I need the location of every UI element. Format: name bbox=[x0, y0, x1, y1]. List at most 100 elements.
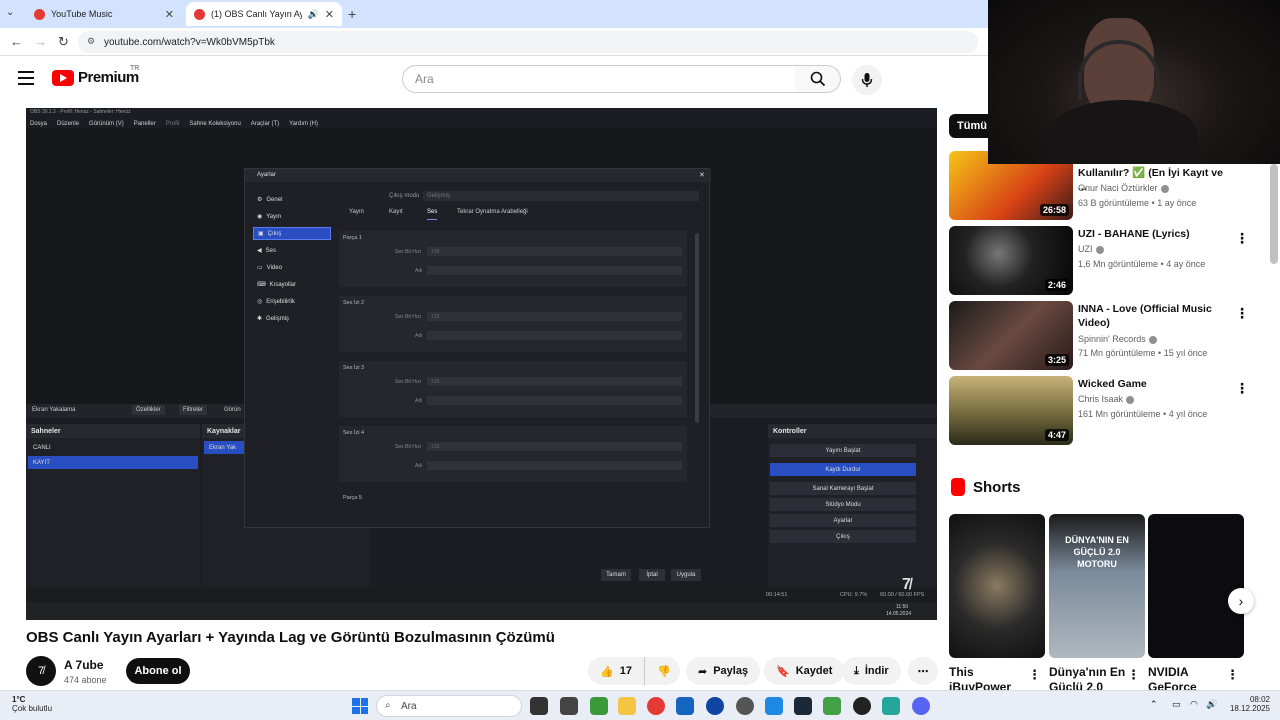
short-thumbnail[interactable] bbox=[1148, 514, 1244, 658]
stop-recording-button[interactable]: Kaydı Durdur bbox=[770, 463, 916, 476]
tab-youtube-music[interactable]: YouTube Music ✕ bbox=[26, 2, 182, 26]
file-explorer-icon[interactable] bbox=[618, 697, 636, 715]
chevron-up-icon[interactable]: ⌃ bbox=[1150, 699, 1158, 710]
scene-item-selected[interactable]: KAYIT bbox=[28, 456, 198, 469]
taskbar-clock[interactable]: 08:02 18.12.2025 bbox=[1218, 695, 1270, 713]
settings-nav-video[interactable]: ▭ Video bbox=[253, 261, 331, 274]
track-name-input[interactable] bbox=[427, 331, 682, 340]
forward-icon[interactable]: → bbox=[34, 34, 47, 49]
voice-search-button[interactable] bbox=[852, 65, 882, 95]
recommendation-channel[interactable]: Chris Isaak bbox=[1078, 394, 1135, 404]
scene-item[interactable]: CANLI bbox=[28, 441, 198, 454]
settings-nav-accessibility[interactable]: ◎ Erişebilirlik bbox=[253, 295, 331, 308]
settings-nav-audio[interactable]: ◀ Ses bbox=[253, 244, 331, 257]
video-player[interactable]: OBS 30.1.2 - Profil: Henüz - Sahneler: H… bbox=[26, 108, 937, 620]
bitrate-select[interactable]: 128 bbox=[427, 312, 682, 321]
video-thumbnail[interactable]: 4:47 bbox=[949, 376, 1073, 445]
menu-icon[interactable] bbox=[18, 71, 34, 85]
track-name-input[interactable] bbox=[427, 461, 682, 470]
weather-widget[interactable]: 1°C Çok bulutlu bbox=[12, 695, 52, 713]
settings-nav-general[interactable]: ⚙ Genel bbox=[253, 193, 331, 206]
short-thumbnail[interactable] bbox=[949, 514, 1045, 658]
tab-list-icon[interactable]: ⌄ bbox=[6, 7, 14, 18]
task-view-icon[interactable] bbox=[530, 697, 548, 715]
network-icon[interactable]: ▭ bbox=[1172, 699, 1181, 710]
recommendation-channel[interactable]: Spinnin' Records bbox=[1078, 334, 1157, 344]
site-info-icon[interactable]: ⚙ bbox=[87, 36, 95, 47]
search-button[interactable] bbox=[795, 65, 841, 93]
settings-nav-stream[interactable]: ◉ Yayın bbox=[253, 210, 331, 223]
taskbar-search[interactable]: ⌕ Ara bbox=[376, 695, 522, 717]
display-button[interactable]: Görün bbox=[224, 407, 241, 413]
settings-nav-hotkeys[interactable]: ⌨ Kısayollar bbox=[253, 278, 331, 291]
url-field[interactable]: ⚙ youtube.com/watch?v=Wk0bVM5pTbk bbox=[78, 31, 978, 53]
more-options-icon[interactable]: ⋮ bbox=[1235, 380, 1249, 397]
start-virtual-camera-button[interactable]: Sanal Kamerayı Başlat bbox=[770, 482, 916, 495]
windows-start-icon[interactable] bbox=[352, 698, 368, 714]
bitrate-select[interactable]: 128 bbox=[427, 247, 682, 256]
channel-avatar[interactable]: 7̸ bbox=[26, 656, 56, 686]
close-icon[interactable]: ✕ bbox=[165, 8, 174, 21]
cancel-button[interactable]: İptal bbox=[639, 569, 665, 581]
more-options-icon[interactable]: ⋮ bbox=[1127, 667, 1140, 683]
obs-menu-item[interactable]: Paneller bbox=[134, 121, 156, 127]
reload-icon[interactable]: ↻ bbox=[58, 34, 69, 50]
bitrate-select[interactable]: 128 bbox=[427, 442, 682, 451]
save-button[interactable]: 🔖 Kaydet bbox=[764, 657, 845, 685]
obs-menu-item[interactable]: Araçlar (T) bbox=[251, 121, 279, 127]
exit-button[interactable]: Çıkış bbox=[770, 530, 916, 543]
settings-nav-advanced[interactable]: ✱ Gelişmiş bbox=[253, 312, 331, 325]
obs-menu-item[interactable]: Yardım (H) bbox=[289, 121, 318, 127]
discord-icon[interactable] bbox=[912, 697, 930, 715]
recommendation-item[interactable]: 4:47 Wicked Game Chris Isaak 161 Mn görü… bbox=[949, 376, 1269, 446]
short-thumbnail[interactable]: DÜNYA'NIN EN GÜÇLÜ 2.0 MOTORU bbox=[1049, 514, 1145, 658]
track-name-input[interactable] bbox=[427, 266, 682, 275]
obs-menu-item[interactable]: Dosya bbox=[30, 121, 47, 127]
close-icon[interactable]: ✕ bbox=[699, 171, 705, 179]
close-icon[interactable]: ✕ bbox=[325, 8, 334, 21]
search-input[interactable]: Ara bbox=[402, 65, 796, 93]
bitrate-select[interactable]: 128 bbox=[427, 377, 682, 386]
recommendation-item[interactable]: 2:46 UZI - BAHANE (Lyrics) UZI 1,6 Mn gö… bbox=[949, 226, 1269, 296]
filters-button[interactable]: Filtreler bbox=[179, 405, 208, 415]
more-options-icon[interactable]: ⋮ bbox=[1028, 667, 1041, 683]
app-icon[interactable] bbox=[676, 697, 694, 715]
settings-gear-icon[interactable] bbox=[736, 697, 754, 715]
tab-replay-buffer[interactable]: Tekrar Oynatma Arabelleği bbox=[457, 209, 528, 215]
source-item[interactable]: Ekran Yak bbox=[204, 441, 244, 454]
volume-icon[interactable]: 🔊 bbox=[1206, 699, 1217, 710]
recommendation-title[interactable]: Wicked Game bbox=[1078, 377, 1228, 391]
properties-button[interactable]: Özellikler bbox=[132, 405, 165, 415]
obs-menu-item[interactable]: Görünüm (V) bbox=[89, 121, 124, 127]
app-icon[interactable] bbox=[590, 697, 608, 715]
more-options-icon[interactable]: ⋮ bbox=[1235, 305, 1249, 322]
recommendation-item[interactable]: 3:25 INNA - Love (Official Music Video) … bbox=[949, 301, 1269, 371]
shorts-next-button[interactable]: › bbox=[1228, 588, 1254, 614]
tab-obs-video[interactable]: (1) OBS Canlı Yayın Ayarları 🔊 ✕ bbox=[186, 2, 342, 26]
app-icon[interactable] bbox=[706, 697, 724, 715]
more-options-icon[interactable]: ⋮ bbox=[1235, 230, 1249, 247]
tab-recording[interactable]: Kayıt bbox=[389, 209, 403, 215]
tab-audio[interactable]: Ses bbox=[427, 209, 438, 220]
settings-button[interactable]: Ayarlar bbox=[770, 514, 916, 527]
share-button[interactable]: ➦ Paylaş bbox=[686, 657, 761, 685]
wifi-icon[interactable]: ◠ bbox=[1190, 699, 1198, 710]
studio-mode-button[interactable]: Stüdyo Modu bbox=[770, 498, 916, 511]
more-actions-button[interactable]: ⋯ bbox=[908, 657, 938, 685]
more-options-icon[interactable]: ⋮ bbox=[1226, 667, 1239, 683]
dialog-scrollbar[interactable] bbox=[695, 233, 699, 423]
page-scrollbar[interactable] bbox=[1270, 164, 1278, 264]
new-tab-icon[interactable]: + bbox=[348, 6, 356, 22]
recommendation-channel[interactable]: Onur Naci Öztürkler bbox=[1078, 183, 1169, 193]
channel-name[interactable]: A 7ube bbox=[64, 658, 104, 672]
obs-menu-item[interactable]: Düzenle bbox=[57, 121, 79, 127]
obs-menu-item[interactable]: Profil bbox=[166, 121, 180, 127]
speaker-icon[interactable]: 🔊 bbox=[308, 9, 319, 20]
settings-nav-output[interactable]: ▣ Çıkış bbox=[253, 227, 331, 240]
xbox-icon[interactable] bbox=[823, 697, 841, 715]
start-stream-button[interactable]: Yayını Başlat bbox=[770, 444, 916, 457]
video-thumbnail[interactable]: 2:46 bbox=[949, 226, 1073, 295]
chrome-icon[interactable] bbox=[647, 697, 665, 715]
download-button[interactable]: ⤓ İndir bbox=[842, 657, 901, 685]
like-button[interactable]: 👍 17 bbox=[588, 657, 644, 685]
